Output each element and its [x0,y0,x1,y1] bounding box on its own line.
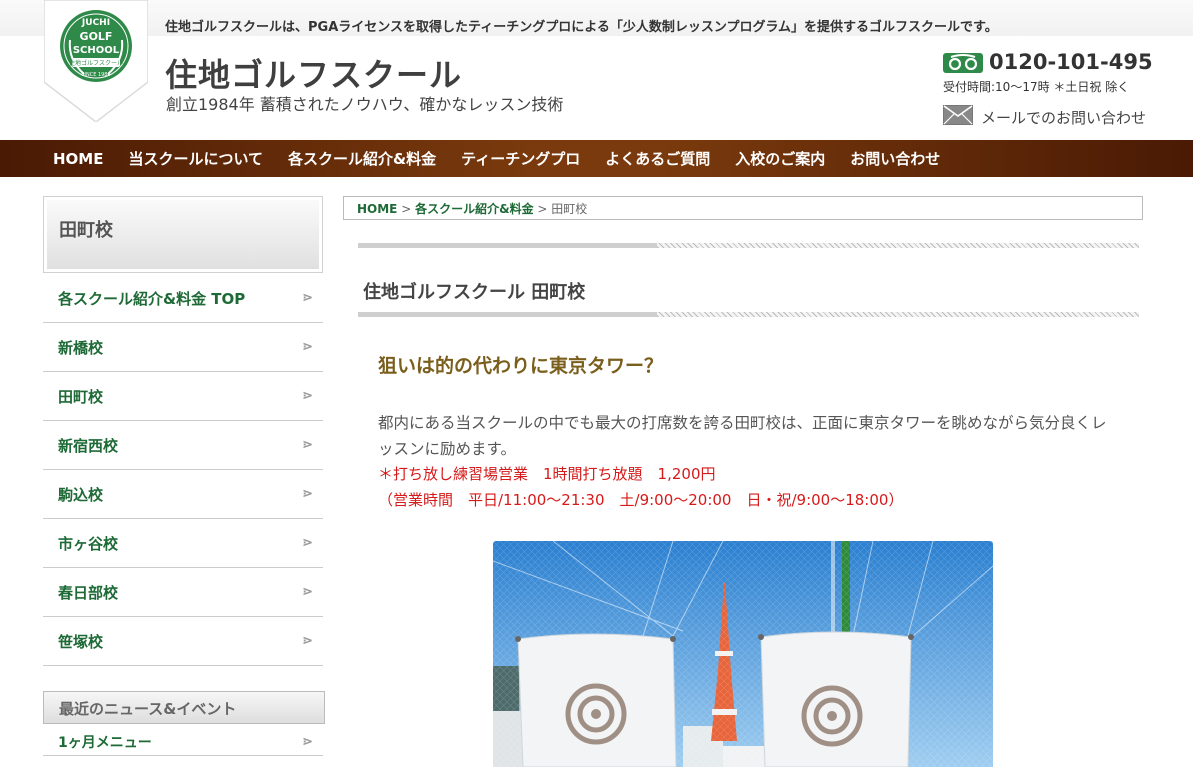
sidebar-item-label: 新宿西校 [58,436,119,455]
sidebar-item-shinjuku-nishi[interactable]: 新宿西校 ⋗ [43,421,323,470]
svg-text:SCHOOL: SCHOOL [73,45,120,56]
envelope-icon [943,105,973,129]
sidebar-school-list: 各スクール紹介&料金 TOP ⋗ 新橋校 ⋗ 田町校 ⋗ 新宿西校 ⋗ 駒込校 ⋗ 市ヶ谷… [43,274,323,666]
site-title[interactable]: 住地ゴルフスクール [165,50,462,96]
header-tagline: 住地ゴルフスクールは、PGAライセンスを取得したティーチングプロによる「少人数制… [165,20,998,35]
page-title: 住地ゴルフスクール 田町校 [363,282,586,303]
chevron-right-icon: ⋗ [302,584,313,600]
svg-text:SINCE 1984: SINCE 1984 [81,72,110,78]
nav-enrollment[interactable]: 入校のご案内 [735,148,825,169]
mail-link-label: メールでのお問い合わせ [981,108,1147,127]
nav-faq[interactable]: よくあるご質問 [605,148,710,169]
breadcrumb-separator: > [401,202,412,216]
sidebar-item-ichigaya[interactable]: 市ヶ谷校 ⋗ [43,519,323,568]
breadcrumb-separator: > [537,202,548,216]
sidebar-item-shimbashi[interactable]: 新橋校 ⋗ [43,323,323,372]
sidebar-item-tamachi[interactable]: 田町校 ⋗ [43,372,323,421]
sidebar-title: 田町校 [47,200,319,269]
chevron-right-icon: ⋗ [302,339,313,355]
breadcrumb: HOME > 各スクール紹介&料金 > 田町校 [343,196,1143,220]
sidebar-item-sasazuka[interactable]: 笹塚校 ⋗ [43,617,323,666]
main-nav: HOME 当スクールについて 各スクール紹介&料金 ティーチングプロ よくあるご… [0,140,1193,177]
chevron-right-icon: ⋗ [302,486,313,502]
freedial-icon [943,53,983,77]
title-divider-bottom [358,312,1139,317]
mail-contact-link[interactable]: メールでのお問い合わせ [943,105,1146,129]
intro-paragraph: 都内にある当スクールの中でも最大の打席数を誇る田町校は、正面に東京タワーを眺めな… [378,414,1107,458]
phone-number[interactable]: 0120-101-495 [989,50,1153,74]
chevron-right-icon: ⋗ [302,437,313,453]
sidebar-news-list: 1ヶ月メニュー ⋗ [43,728,323,756]
sidebar-item-top[interactable]: 各スクール紹介&料金 TOP ⋗ [43,274,323,323]
nav-contact[interactable]: お問い合わせ [850,148,940,169]
site-subtitle: 創立1984年 蓄積されたノウハウ、確かなレッスン技術 [166,95,564,114]
svg-text:JUCHI: JUCHI [81,18,110,28]
breadcrumb-current: 田町校 [551,202,588,216]
sidebar-item-label: 田町校 [58,387,104,406]
nav-schools-pricing[interactable]: 各スクール紹介&料金 [288,148,436,169]
section-heading: 狙いは的の代わりに東京タワー？ [378,355,664,377]
business-hours-notice: （営業時間 平日/11:00〜21:30 土/9:00〜20:00 日・祝/9:… [378,491,904,509]
svg-text:住地ゴルフスクール: 住地ゴルフスクール [69,59,123,67]
news-item-label: 1ヶ月メニュー [58,734,152,751]
tamachi-range-photo [493,541,993,767]
sidebar-item-label: 駒込校 [58,485,104,504]
title-divider-top [358,243,1139,248]
sidebar-news-heading: 最近のニュース&イベント [43,691,325,724]
sidebar-item-label: 笹塚校 [58,632,104,651]
chevron-right-icon: ⋗ [302,734,313,749]
school-logo[interactable]: JUCHI GOLF SCHOOL 住地ゴルフスクール SINCE 1984 [43,0,149,123]
chevron-right-icon: ⋗ [302,633,313,649]
driving-range-notice: ＊打ち放し練習場営業 1時間打ち放題 1,200円 [378,465,716,483]
chevron-right-icon: ⋗ [302,388,313,404]
chevron-right-icon: ⋗ [302,290,313,306]
svg-text:GOLF: GOLF [80,30,113,43]
nav-about[interactable]: 当スクールについて [128,148,263,169]
sidebar-item-label: 新橋校 [58,338,104,357]
nav-teaching-pro[interactable]: ティーチングプロ [461,148,580,169]
sidebar-item-label: 春日部校 [58,583,119,602]
sidebar-title-box: 田町校 [43,196,323,273]
sidebar-item-komagome[interactable]: 駒込校 ⋗ [43,470,323,519]
sidebar-item-label: 市ヶ谷校 [58,534,119,553]
nav-home[interactable]: HOME [53,150,103,168]
news-item[interactable]: 1ヶ月メニュー ⋗ [43,728,323,756]
phone-hours: 受付時間:10〜17時 ＊土日祝 除く [943,80,1130,94]
breadcrumb-home[interactable]: HOME [357,202,397,216]
sidebar-item-label: 各スクール紹介&料金 TOP [58,289,246,308]
breadcrumb-parent[interactable]: 各スクール紹介&料金 [415,202,533,216]
chevron-right-icon: ⋗ [302,535,313,551]
sidebar-item-kasukabe[interactable]: 春日部校 ⋗ [43,568,323,617]
